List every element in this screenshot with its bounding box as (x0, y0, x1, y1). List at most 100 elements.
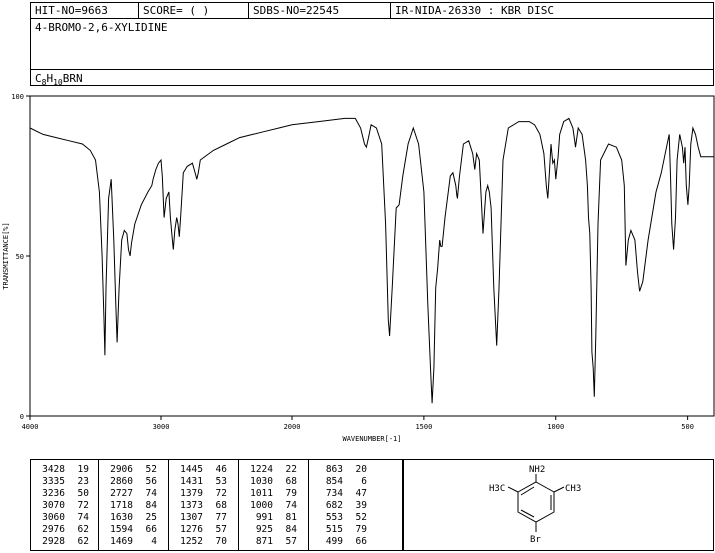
peak-row: 3070 72 (35, 500, 89, 511)
peak-wavenumber: 925 (255, 524, 273, 535)
x-tick-label: 3000 (153, 423, 170, 431)
peak-row: 991 81 (243, 512, 297, 523)
peak-transmittance: 20 (355, 464, 367, 475)
peak-wavenumber: 2727 (110, 488, 133, 499)
ir-spectrum-chart: 0 50 100 4000 3000 2000 1500 1000 500 WAVENUMBE… (2, 93, 715, 443)
y-axis-ticks: 0 50 100 (11, 93, 30, 421)
peak-transmittance: 57 (285, 536, 297, 547)
peak-transmittance: 66 (145, 524, 157, 535)
peak-wavenumber: 1252 (180, 536, 203, 547)
peak-wavenumber: 1373 (180, 500, 203, 511)
bromo-label: Br (530, 535, 541, 545)
peak-row: 553 52 (313, 512, 367, 523)
x-tick-label: 1500 (415, 423, 432, 431)
peak-wavenumber: 1224 (250, 464, 273, 475)
peak-transmittance: 53 (215, 476, 227, 487)
peak-row: 3236 50 (35, 488, 89, 499)
peak-row: 871 57 (243, 536, 297, 547)
peak-transmittance: 62 (77, 524, 89, 535)
peak-row: 3335 23 (35, 476, 89, 487)
x-tick-label: 1000 (547, 423, 564, 431)
peak-column: 2906 52 2860 56 2727 74 1718 84 1630 25 1594 66 1469… (99, 460, 169, 550)
peak-wavenumber: 3236 (42, 488, 65, 499)
peak-wavenumber: 515 (325, 524, 343, 535)
x-axis-label: WAVENUMBER[-1] (342, 435, 401, 443)
y-tick-label: 0 (20, 413, 24, 421)
peak-transmittance: 72 (77, 500, 89, 511)
peak-wavenumber: 734 (325, 488, 343, 499)
peak-transmittance: 52 (145, 464, 157, 475)
peak-transmittance: 52 (355, 512, 367, 523)
peak-wavenumber: 1469 (110, 536, 133, 547)
peak-wavenumber: 1594 (110, 524, 133, 535)
peak-wavenumber: 2928 (42, 536, 65, 547)
peak-row: 515 79 (313, 524, 367, 535)
peak-wavenumber: 1445 (180, 464, 203, 475)
peak-row: 863 20 (313, 464, 367, 475)
peak-transmittance: 79 (285, 488, 297, 499)
peak-row: 2906 52 (103, 464, 157, 475)
peak-transmittance: 22 (285, 464, 297, 475)
peak-row: 734 47 (313, 488, 367, 499)
peak-row: 1718 84 (103, 500, 157, 511)
plot-frame (29, 95, 715, 417)
peak-column: 1224 22 1030 68 1011 79 1000 74 991 81 925 84 871 57 (239, 460, 309, 550)
peak-row: 1000 74 (243, 500, 297, 511)
peak-column: 1445 46 1431 53 1379 72 1373 68 1307 77 1276 57 1252… (169, 460, 239, 550)
peak-wavenumber: 2906 (110, 464, 133, 475)
peak-transmittance: 6 (361, 476, 367, 487)
peak-row: 1379 72 (173, 488, 227, 499)
peak-wavenumber: 3060 (42, 512, 65, 523)
structure-box: NH2 H3C CH3 Br (403, 459, 714, 551)
peak-wavenumber: 2860 (110, 476, 133, 487)
peak-transmittance: 72 (215, 488, 227, 499)
peak-row: 1030 68 (243, 476, 297, 487)
peak-wavenumber: 1379 (180, 488, 203, 499)
peak-transmittance: 62 (77, 536, 89, 547)
peak-transmittance: 79 (355, 524, 367, 535)
peak-transmittance: 47 (355, 488, 367, 499)
peak-transmittance: 84 (285, 524, 297, 535)
peak-row: 1276 57 (173, 524, 227, 535)
peak-column: 3428 19 3335 23 3236 50 3070 72 3060 74 2976 62 2928… (31, 460, 99, 550)
peak-wavenumber: 1718 (110, 500, 133, 511)
peak-row: 854 6 (313, 476, 367, 487)
peak-row: 1252 70 (173, 536, 227, 547)
peak-wavenumber: 682 (325, 500, 343, 511)
peak-wavenumber: 863 (325, 464, 343, 475)
peak-transmittance: 4 (151, 536, 157, 547)
peak-transmittance: 19 (77, 464, 89, 475)
peak-row: 1594 66 (103, 524, 157, 535)
peak-wavenumber: 1030 (250, 476, 273, 487)
y-tick-label: 100 (11, 93, 24, 101)
peak-row: 1445 46 (173, 464, 227, 475)
peak-transmittance: 74 (285, 500, 297, 511)
peak-wavenumber: 553 (325, 512, 343, 523)
double-bond-3 (520, 509, 535, 518)
peak-wavenumber: 1276 (180, 524, 203, 535)
peak-row: 1469 4 (103, 536, 157, 547)
peak-row: 3060 74 (35, 512, 89, 523)
peak-transmittance: 39 (355, 500, 367, 511)
peak-wavenumber: 1011 (250, 488, 273, 499)
peak-row: 2860 56 (103, 476, 157, 487)
peak-row: 1431 53 (173, 476, 227, 487)
peak-row: 1224 22 (243, 464, 297, 475)
peak-wavenumber: 2976 (42, 524, 65, 535)
peak-transmittance: 46 (215, 464, 227, 475)
peak-wavenumber: 3335 (42, 476, 65, 487)
right-methyl-label: CH3 (565, 484, 581, 494)
peak-wavenumber: 3070 (42, 500, 65, 511)
x-tick-label: 2000 (284, 423, 301, 431)
peak-transmittance: 74 (145, 488, 157, 499)
peak-row: 925 84 (243, 524, 297, 535)
double-bond-1 (520, 486, 535, 496)
peak-wavenumber: 1630 (110, 512, 133, 523)
peak-wavenumber: 991 (255, 512, 273, 523)
peak-wavenumber: 871 (255, 536, 273, 547)
peak-wavenumber: 3428 (42, 464, 65, 475)
peak-table: 3428 19 3335 23 3236 50 3070 72 3060 74 2976 62 2928… (30, 459, 403, 551)
amine-label: NH2 (529, 465, 545, 475)
peak-row: 1307 77 (173, 512, 227, 523)
peak-transmittance: 50 (77, 488, 89, 499)
